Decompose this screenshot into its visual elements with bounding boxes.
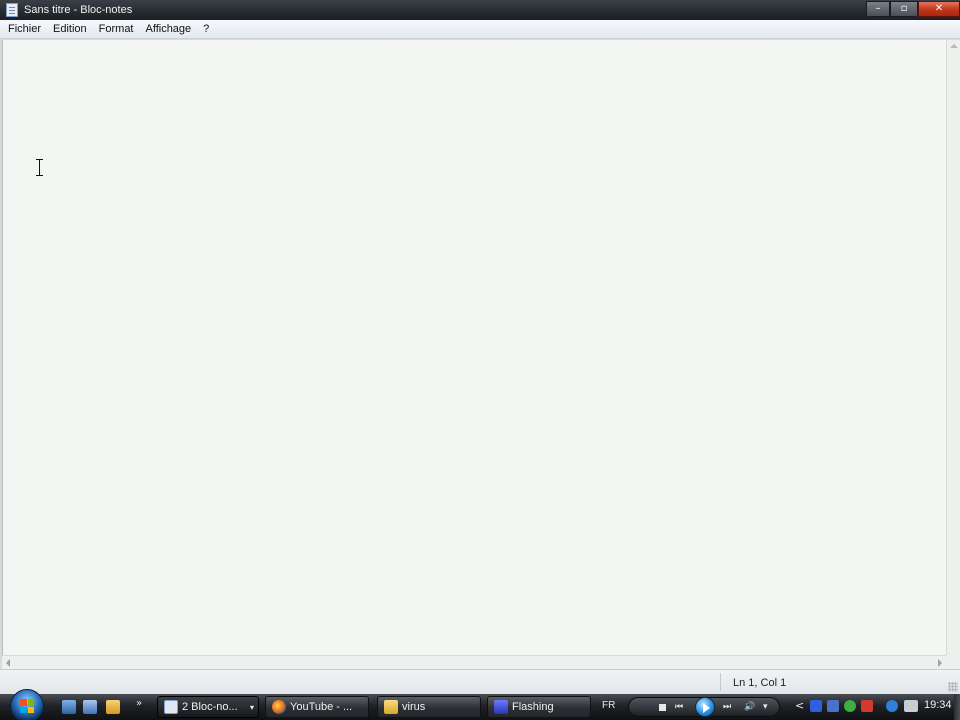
speaker-icon[interactable]: [904, 700, 918, 712]
antivirus-icon[interactable]: [861, 700, 873, 712]
scroll-left-icon[interactable]: [6, 659, 10, 667]
menu-affichage[interactable]: Affichage: [140, 21, 198, 38]
menu-help[interactable]: ?: [197, 21, 215, 38]
status-divider: [720, 673, 721, 691]
notepad-icon: [164, 700, 178, 714]
horizontal-scrollbar[interactable]: [2, 655, 946, 669]
chevron-down-icon: ▾: [249, 702, 254, 712]
show-desktop-icon[interactable]: [62, 700, 76, 714]
taskbar-button-virus[interactable]: virus: [377, 696, 481, 718]
vertical-scrollbar[interactable]: [946, 40, 960, 655]
taskbar: » 2 Bloc-no... ▾ YouTube - ... virus Fla…: [0, 689, 960, 720]
scrollbar-corner: [946, 655, 960, 669]
start-button[interactable]: [10, 689, 44, 720]
title-bar[interactable]: Sans titre - Bloc-notes – ▫ ✕: [0, 0, 960, 20]
menu-bar: Fichier Edition Format Affichage ?: [0, 20, 960, 39]
close-button[interactable]: ✕: [918, 1, 960, 17]
task-label: 2 Bloc-no...: [182, 701, 238, 713]
resize-grip-icon[interactable]: [948, 682, 958, 692]
menu-format[interactable]: Format: [93, 21, 140, 38]
window-controls: – ▫ ✕: [866, 0, 960, 18]
media-player-icon[interactable]: [106, 700, 120, 714]
scroll-up-icon[interactable]: [950, 44, 958, 48]
folder-icon: [384, 700, 398, 714]
volume-icon[interactable]: 🔊: [744, 702, 755, 712]
menu-edition[interactable]: Edition: [47, 21, 93, 38]
task-label: virus: [402, 701, 426, 713]
minimize-button[interactable]: –: [866, 1, 890, 17]
quick-launch-more-icon[interactable]: »: [136, 698, 142, 709]
connection-icon[interactable]: [886, 700, 898, 712]
play-button[interactable]: [695, 697, 715, 717]
bluetooth-icon[interactable]: [810, 700, 822, 712]
taskbar-button-youtube[interactable]: YouTube - ...: [265, 696, 369, 718]
windows-logo-icon: [20, 699, 34, 713]
window-title: Sans titre - Bloc-notes: [24, 4, 133, 16]
media-controls: ⏮ ⏭ 🔊 ▾: [628, 697, 780, 717]
maximize-button[interactable]: ▫: [890, 1, 918, 17]
taskbar-button-flashing[interactable]: Flashing: [487, 696, 591, 718]
status-bar: Ln 1, Col 1: [0, 669, 960, 694]
messenger-icon[interactable]: [827, 700, 839, 712]
switch-windows-icon[interactable]: [83, 700, 97, 714]
previous-track-icon[interactable]: ⏮: [675, 702, 683, 712]
task-label: Flashing: [512, 701, 554, 713]
text-cursor-icon: [36, 159, 44, 176]
app-icon: [494, 700, 508, 714]
show-desktop-button[interactable]: [954, 694, 960, 720]
firefox-icon: [272, 700, 286, 714]
task-label: YouTube - ...: [290, 701, 353, 713]
notepad-icon[interactable]: [6, 3, 18, 17]
network-icon[interactable]: [844, 700, 856, 712]
chevron-down-icon[interactable]: ▾: [763, 702, 768, 712]
next-track-icon[interactable]: ⏭: [723, 702, 731, 712]
cursor-position: Ln 1, Col 1: [733, 677, 787, 689]
scroll-right-icon[interactable]: [938, 659, 942, 667]
clock[interactable]: 19:34: [924, 699, 952, 711]
tray-expand-icon[interactable]: <: [795, 699, 804, 712]
text-editor-area[interactable]: [2, 40, 946, 655]
taskbar-button-notepad[interactable]: 2 Bloc-no... ▾: [157, 696, 259, 718]
menu-fichier[interactable]: Fichier: [2, 21, 47, 38]
language-indicator[interactable]: FR: [602, 700, 615, 711]
stop-icon[interactable]: [659, 704, 666, 711]
